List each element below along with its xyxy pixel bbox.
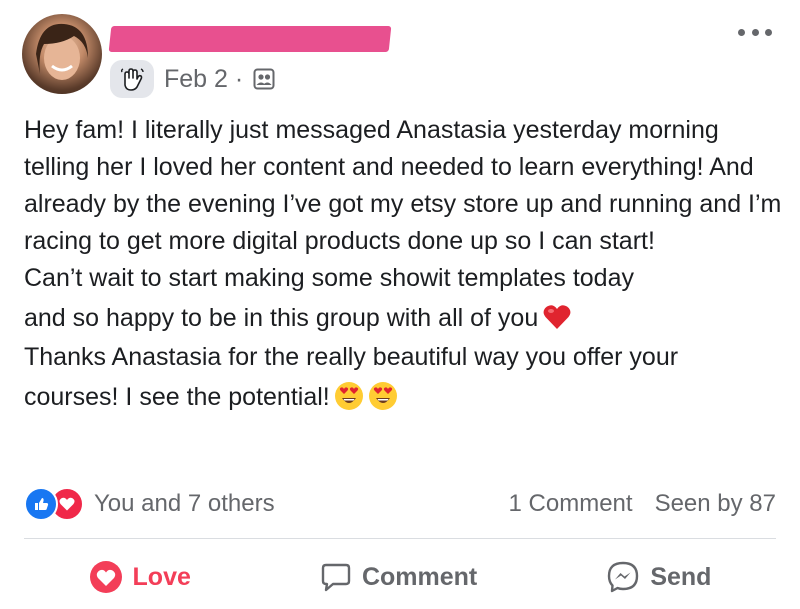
post-text: courses! I see the potential!: [24, 383, 330, 411]
post-paragraph: Hey fam! I literally just messaged Anast…: [24, 116, 782, 255]
heart-eyes-emoji-icon: [368, 381, 398, 411]
messenger-icon: [608, 561, 639, 593]
reactions-bar: You and 7 others 1 Comment Seen by 87: [24, 484, 776, 524]
love-label: Love: [132, 562, 191, 591]
comment-icon: [321, 563, 351, 592]
post-paragraph: and so happy to be in this group with al…: [24, 297, 784, 339]
more-icon[interactable]: [738, 24, 772, 40]
post-paragraph: Can’t wait to start making some showit t…: [24, 264, 634, 292]
privacy-group-icon[interactable]: [253, 68, 275, 90]
facebook-post: Feb 2 · Hey fam! I literally just messag…: [0, 0, 800, 609]
post-paragraph: Thanks Anastasia for the really beautifu…: [24, 343, 679, 371]
send-button[interactable]: Send: [594, 556, 723, 598]
comment-button[interactable]: Comment: [308, 557, 489, 597]
action-bar: Love Comment Send: [24, 552, 776, 602]
post-body: Hey fam! I literally just messaged Anast…: [24, 112, 784, 418]
red-heart-emoji-icon: [542, 302, 572, 332]
comment-label: Comment: [361, 562, 478, 591]
heart-icon: [89, 561, 122, 593]
avatar[interactable]: [22, 14, 102, 94]
comments-count[interactable]: 1 Comment: [509, 490, 633, 518]
reactions-summary[interactable]: You and 7 others: [94, 490, 275, 518]
reaction-icons[interactable]: [24, 487, 84, 521]
post-text: and so happy to be in this group with al…: [24, 304, 539, 332]
heart-eyes-emoji-icon: [334, 381, 364, 411]
post-paragraph: courses! I see the potential!: [24, 376, 784, 418]
post-meta: Feb 2 ·: [110, 60, 275, 98]
love-button[interactable]: Love: [77, 556, 203, 598]
author-name-redacted[interactable]: [108, 26, 392, 52]
like-reaction-icon: [24, 487, 58, 521]
send-label: Send: [650, 562, 712, 591]
divider: [24, 538, 776, 539]
wave-badge-icon[interactable]: [110, 60, 154, 98]
post-date[interactable]: Feb 2 ·: [164, 65, 243, 94]
seen-by-count[interactable]: Seen by 87: [655, 490, 776, 518]
